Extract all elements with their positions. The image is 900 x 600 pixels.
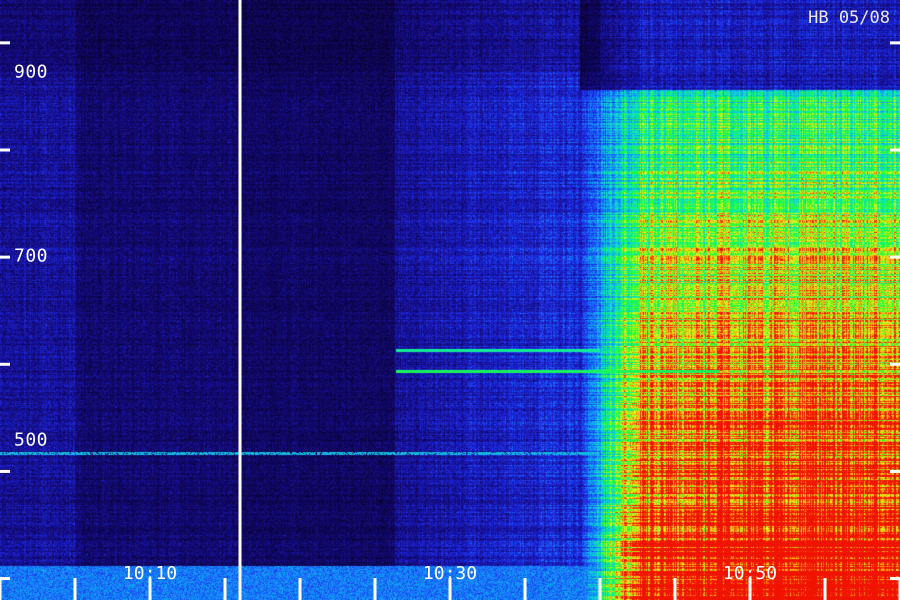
y-label-700: 700 [14, 245, 49, 267]
x-label-1050: 10:50 [722, 563, 778, 584]
y-label-900: 900 [14, 61, 49, 83]
y-label-500: 500 [14, 429, 49, 451]
spectrogram-view: HB 05/08 900 700 500 10:10 10:30 10:50 [0, 0, 900, 600]
x-label-1010: 10:10 [122, 563, 178, 584]
spectrogram-image [0, 0, 900, 600]
chart-title: HB 05/08 [808, 8, 890, 28]
x-label-1030: 10:30 [422, 563, 478, 584]
